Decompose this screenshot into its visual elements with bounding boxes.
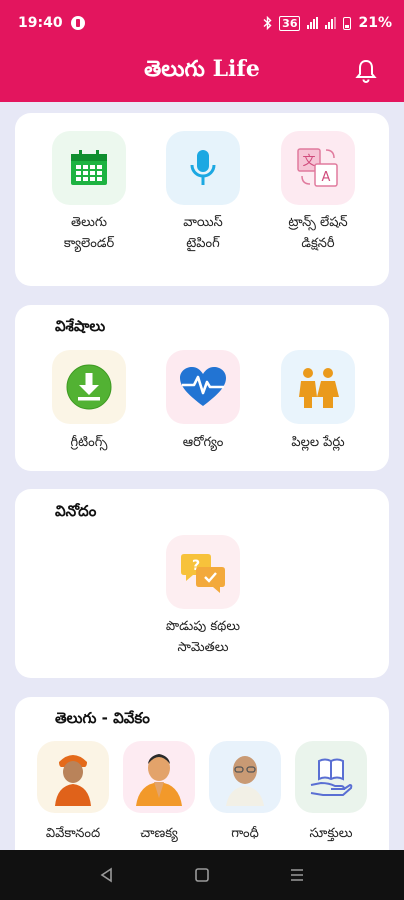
vivekananda-portrait: [55, 755, 91, 806]
wisdom-title: తెలుగు - వివేకం: [55, 709, 150, 727]
translation-label[interactable]: ట్రాన్స్ లేషన్ డిక్షనరీ: [263, 212, 373, 254]
health-label[interactable]: ఆరోగ్యం: [148, 432, 258, 453]
heartbeat-icon: [180, 367, 226, 406]
baby-names-tile[interactable]: [281, 350, 355, 424]
download-icon: [66, 364, 112, 410]
baby-names-label[interactable]: పిల్లల పేర్లు: [263, 432, 373, 453]
features-card: విశేషాలు గ్రీటింగ్స్ ఆరోగ్యం పిల్లల పేర్…: [15, 305, 389, 471]
riddles-tile[interactable]: ?: [166, 535, 240, 609]
bell-icon[interactable]: [354, 58, 378, 84]
chanakya-portrait: [136, 754, 182, 806]
translate-icon: 文 A: [297, 148, 338, 187]
voice-typing-label[interactable]: వాయిస్ టైపింగ్: [148, 212, 258, 254]
microphone-icon: [190, 150, 216, 185]
greetings-tile[interactable]: [52, 350, 126, 424]
system-nav-bar: [0, 850, 404, 900]
bluetooth-icon: [263, 16, 272, 30]
children-icon: [299, 368, 339, 408]
notification-app-icon: [70, 16, 85, 30]
entertainment-card: వినోదం ? పొడుపు కథలు సామెతలు: [15, 489, 389, 678]
gandhi-tile[interactable]: [209, 741, 281, 813]
quotes-label[interactable]: సూక్తులు: [276, 823, 386, 844]
vivekananda-tile[interactable]: [37, 741, 109, 813]
calendar-label[interactable]: తెలుగు క్యాలెండర్: [34, 212, 144, 254]
signal-icon: [307, 17, 319, 29]
entertainment-title: వినోదం: [55, 502, 97, 520]
health-tile[interactable]: [166, 350, 240, 424]
signal-icon-2: [325, 17, 337, 29]
book-hand-icon: [310, 758, 353, 796]
features-title: విశేషాలు: [55, 317, 106, 335]
app-bar: తెలుగు Life: [0, 46, 404, 102]
network-badge: 36: [279, 15, 301, 31]
riddles-label[interactable]: పొడుపు కథలు సామెతలు: [148, 616, 258, 658]
greetings-label[interactable]: గ్రీటింగ్స్: [34, 432, 144, 453]
back-icon[interactable]: [99, 867, 115, 883]
translation-tile[interactable]: 文 A: [281, 131, 355, 205]
chanakya-tile[interactable]: [123, 741, 195, 813]
app-title: తెలుగు Life: [144, 56, 260, 82]
quotes-tile[interactable]: [295, 741, 367, 813]
home-icon[interactable]: [194, 867, 210, 883]
chat-question-icon: ?: [181, 554, 225, 593]
status-time: 19:40: [18, 15, 63, 31]
voice-typing-tile[interactable]: [166, 131, 240, 205]
calendar-tile[interactable]: [52, 131, 126, 205]
calendar-icon: [71, 150, 107, 185]
battery-percent: 21%: [358, 15, 392, 31]
battery-icon: [343, 16, 352, 30]
status-bar: 19:40 36 21%: [0, 0, 404, 46]
gandhi-portrait: [226, 756, 264, 806]
svg-text:文: 文: [302, 154, 315, 169]
wisdom-card: తెలుగు - వివేకం వివేకానంద చాణక్య గాంధీ స…: [15, 697, 389, 867]
tools-card: తెలుగు క్యాలెండర్ వాయిస్ టైపింగ్ 文 A ట్ర…: [15, 113, 389, 286]
recents-icon[interactable]: [289, 867, 305, 883]
svg-text:A: A: [322, 170, 331, 185]
